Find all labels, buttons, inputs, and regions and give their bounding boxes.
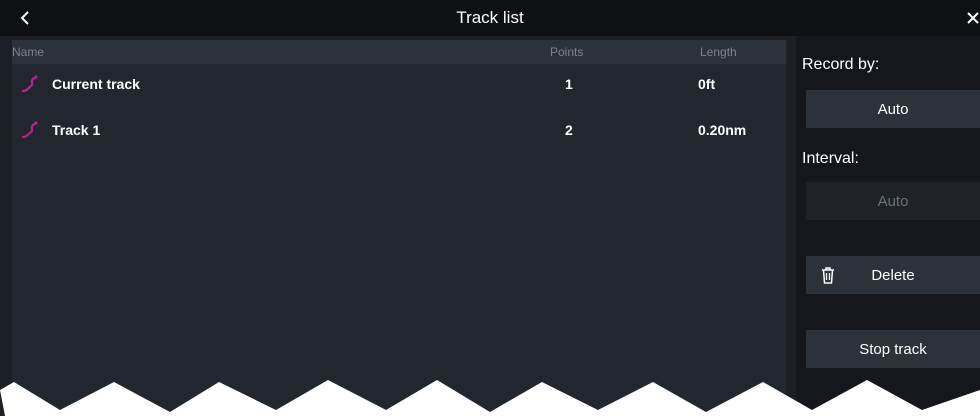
track-length: 0.20nm bbox=[698, 122, 747, 138]
chevron-left-icon bbox=[20, 11, 29, 25]
track-options-panel: Record by: Auto Interval: Auto Delete St… bbox=[796, 36, 980, 416]
track-points: 2 bbox=[565, 122, 573, 138]
record-by-label: Record by: bbox=[802, 56, 880, 73]
table-row[interactable]: Current track 1 0ft bbox=[12, 66, 786, 102]
delete-label: Delete bbox=[871, 266, 915, 284]
delete-button[interactable]: Delete bbox=[806, 256, 980, 294]
table-row[interactable]: Track 1 2 0.20nm bbox=[12, 112, 786, 148]
trash-icon bbox=[822, 267, 834, 284]
torn-edge bbox=[0, 380, 980, 416]
track-list-screen: Track list Name Points Length Current tr… bbox=[0, 0, 980, 416]
track-name: Track 1 bbox=[52, 122, 101, 138]
table-header: Name Points Length bbox=[12, 40, 786, 64]
title-bar: Track list bbox=[0, 0, 980, 36]
interval-button[interactable]: Auto bbox=[806, 182, 980, 220]
column-header-points[interactable]: Points bbox=[550, 45, 583, 59]
close-icon bbox=[967, 12, 979, 24]
page-title: Track list bbox=[456, 8, 524, 27]
track-name: Current track bbox=[52, 76, 140, 92]
track-icon bbox=[22, 121, 38, 139]
column-header-length[interactable]: Length bbox=[700, 45, 737, 59]
close-button[interactable] bbox=[962, 7, 980, 29]
record-by-button[interactable]: Auto bbox=[806, 90, 980, 128]
back-button[interactable] bbox=[14, 7, 36, 29]
column-header-name[interactable]: Name bbox=[12, 45, 44, 59]
track-length: 0ft bbox=[698, 76, 716, 92]
track-icon bbox=[22, 75, 38, 93]
interval-label: Interval: bbox=[802, 150, 859, 167]
track-points: 1 bbox=[565, 76, 573, 92]
stop-track-button[interactable]: Stop track bbox=[806, 330, 980, 368]
track-list-panel: Name Points Length Current track 1 0ft T… bbox=[12, 40, 786, 416]
